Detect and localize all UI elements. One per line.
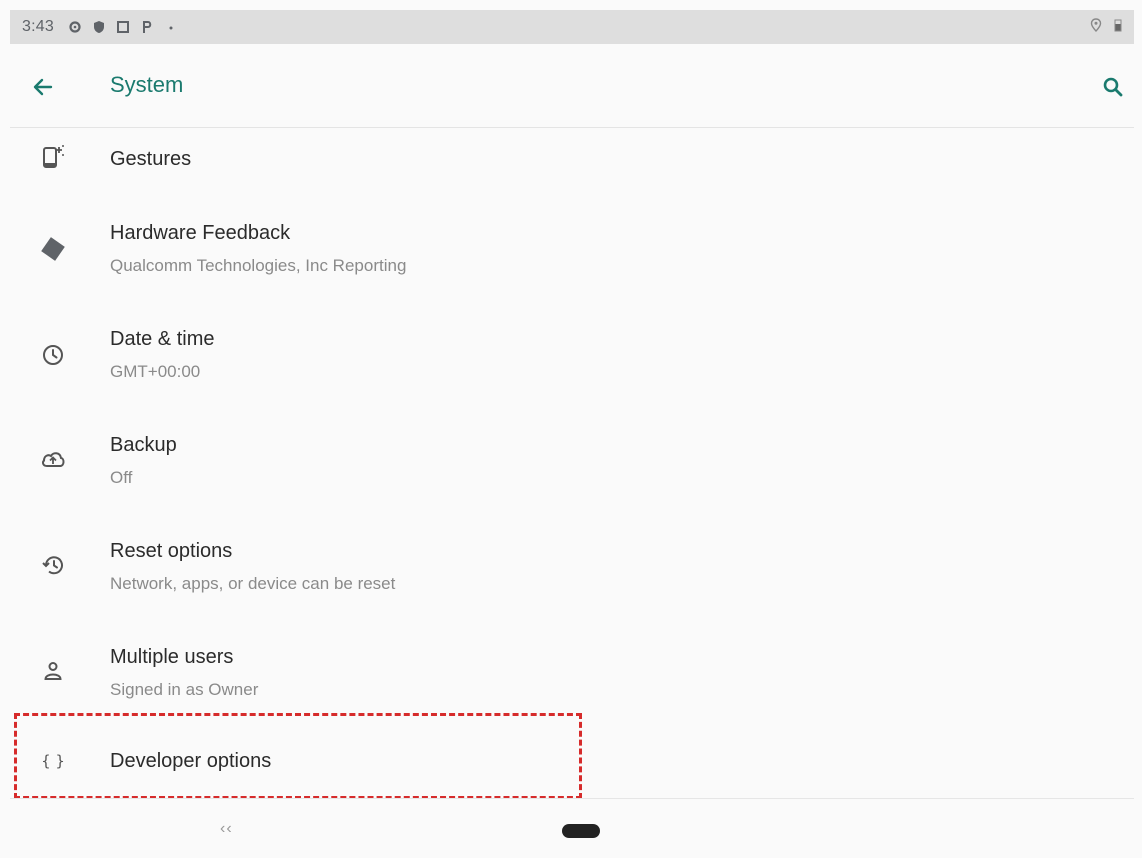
setting-title: Developer options [110,750,272,772]
status-right-group [1090,17,1122,37]
divider [10,798,1134,799]
setting-summary: Off [110,468,133,487]
nav-back-button[interactable]: ‹‹ [220,820,233,838]
setting-title: Multiple users [110,646,234,668]
nav-bar: ‹‹ [10,800,1134,858]
setting-item-developer-options[interactable]: { } Developer options [10,730,1134,796]
search-button[interactable] [1098,72,1128,102]
page-title: System [110,72,184,97]
location-icon [1090,17,1102,37]
setting-item-backup[interactable]: Backup Off [10,412,1134,508]
setting-summary: Network, apps, or device can be reset [110,574,396,593]
back-button[interactable] [28,72,58,102]
setting-item-date-time[interactable]: Date & time GMT+00:00 [10,306,1134,402]
setting-title: Reset options [110,540,233,562]
setting-item-reset-options[interactable]: Reset options Network, apps, or device c… [10,518,1134,614]
setting-title: Hardware Feedback [110,222,291,244]
gestures-icon [36,140,70,174]
diamond-icon [36,232,70,266]
setting-title: Backup [110,434,177,456]
history-icon [36,548,70,582]
battery-icon [1114,18,1122,37]
search-icon [1103,77,1123,97]
status-bar: 3:43 [10,10,1134,44]
setting-summary: GMT+00:00 [110,362,201,381]
shield-icon [92,20,106,34]
setting-item-multiple-users[interactable]: Multiple users Signed in as Owner [10,624,1134,720]
status-time: 3:43 [22,18,54,35]
person-icon [36,654,70,688]
square-icon [116,20,130,34]
setting-title: Gestures [110,148,192,170]
setting-item-gestures[interactable]: Gestures [10,128,1134,188]
setting-summary: Qualcomm Technologies, Inc Reporting [110,256,407,275]
braces-icon: { } [36,744,70,778]
nav-home-pill[interactable] [562,824,600,838]
gear-icon [68,20,82,34]
setting-summary: Signed in as Owner [110,680,259,699]
dot-icon [164,20,178,34]
svg-text:{ }: { } [41,752,65,770]
clock-icon [36,338,70,372]
arrow-left-icon [33,78,53,96]
app-bar: System [10,44,1134,128]
cloud-upload-icon [36,442,70,476]
screen: 3:43 System Gestures Hardware Feedback Q… [0,0,1142,858]
p-icon [140,20,154,34]
setting-title: Date & time [110,328,215,350]
setting-item-hardware-feedback[interactable]: Hardware Feedback Qualcomm Technologies,… [10,200,1134,296]
